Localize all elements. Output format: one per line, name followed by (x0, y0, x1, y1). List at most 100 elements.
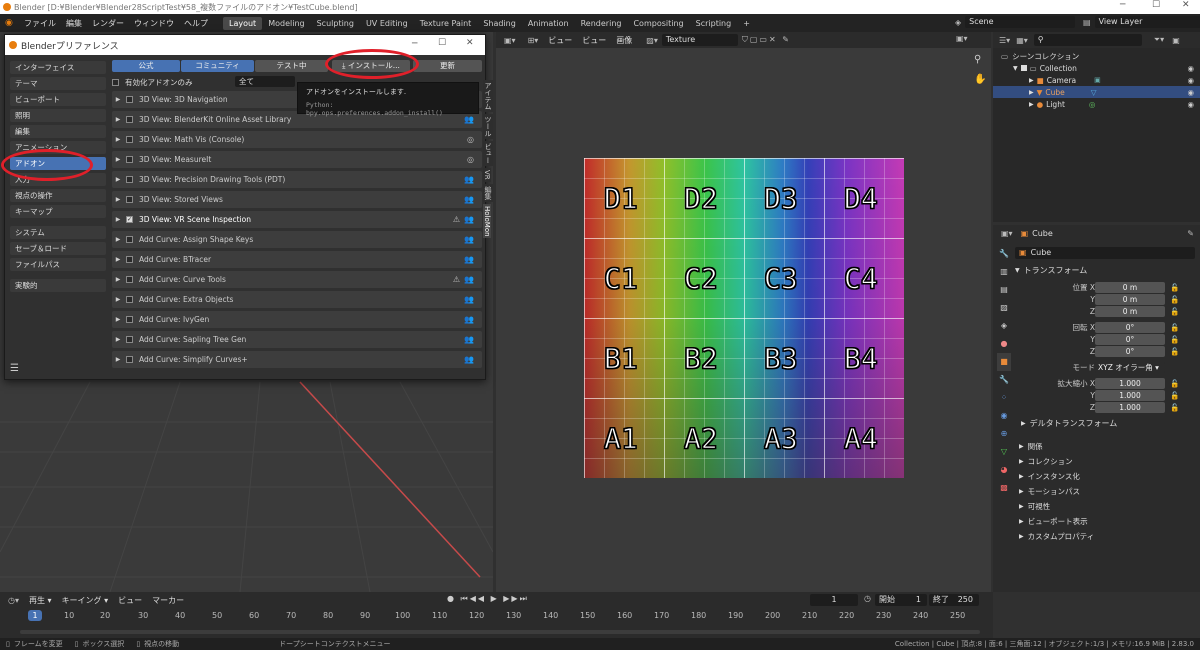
viewport-display-panel[interactable]: ▶ ビューポート表示 (1001, 514, 1197, 529)
view-layer-tab-icon[interactable]: ▨ (997, 299, 1011, 317)
pref-tab-keymap[interactable]: キーマップ (10, 205, 106, 218)
addon-row[interactable]: ▶ ✓ 3D View: VR Scene Inspection ⚠ 👥 (112, 211, 482, 228)
start-frame-field[interactable]: 開始 1 (875, 594, 927, 606)
image-editor[interactable]: ▣▾ ⊞▾ ビュー ビュー 画像 ▨▾ Texture ⛉▢▭✕ ✎ ▣▾ ⚲ … (496, 32, 991, 592)
addon-row[interactable]: ▶ Add Curve: Extra Objects 👥 (112, 291, 482, 308)
tool-tab-icon[interactable]: 🔧 (997, 245, 1011, 263)
addon-checkbox[interactable] (126, 176, 133, 183)
workspace-tab-uv-editing[interactable]: UV Editing (360, 17, 414, 30)
addon-checkbox[interactable] (126, 256, 133, 263)
expand-icon[interactable]: ▶ (1029, 77, 1034, 84)
relations-panel[interactable]: ▶ 関係 (1001, 439, 1197, 454)
addon-checkbox[interactable] (126, 156, 133, 163)
addon-checkbox[interactable] (126, 116, 133, 123)
addon-row[interactable]: ▶ 3D View: MeasureIt ◎ (112, 151, 482, 168)
pref-tab-viewport[interactable]: ビューポート (10, 93, 106, 106)
enabled-only-checkbox[interactable] (112, 78, 119, 86)
addon-row[interactable]: ▶ 3D View: Math Vis (Console) ◎ (112, 131, 482, 148)
addon-checkbox[interactable] (126, 316, 133, 323)
sidetab-holomon[interactable]: HoloMon (483, 203, 491, 239)
expand-icon[interactable]: ▶ (112, 96, 124, 103)
new-collection-icon[interactable]: ▣ (1172, 36, 1180, 45)
eye-icon[interactable]: ◉ (1187, 88, 1194, 97)
image-name-field[interactable]: Texture (661, 34, 738, 46)
menu-playback[interactable]: 再生 ▾ (29, 595, 52, 606)
scene-selector[interactable]: Scene (965, 16, 1076, 28)
maximize-icon[interactable]: ☐ (438, 38, 446, 48)
workspace-tab-rendering[interactable]: Rendering (575, 17, 628, 30)
lock-icon[interactable]: 🔓 (1170, 379, 1179, 388)
outliner-search-input[interactable]: ⚲ (1033, 34, 1142, 46)
image-tools-icon[interactable]: ⛉▢▭✕ ✎ (742, 35, 791, 45)
lock-icon[interactable]: 🔓 (1170, 403, 1179, 412)
lock-icon[interactable]: 🔓 (1170, 283, 1179, 292)
hamburger-menu-icon[interactable]: ☰ (10, 363, 19, 374)
workspace-tab-compositing[interactable]: Compositing (627, 17, 689, 30)
outliner-item-camera[interactable]: ▶ ■ Camera ▣ ◉ (1001, 74, 1200, 86)
editor-type-icon[interactable]: ☰▾ (999, 36, 1010, 45)
visibility-panel[interactable]: ▶ 可視性 (1001, 499, 1197, 514)
workspace-tab-layout[interactable]: Layout (223, 16, 263, 30)
editor-type-icon[interactable]: ▣▾ (504, 36, 516, 45)
lock-icon[interactable]: 🔓 (1170, 335, 1179, 344)
pref-tab-navigation[interactable]: 視点の操作 (10, 189, 106, 202)
menu-keying[interactable]: キーイング ▾ (62, 595, 109, 606)
workspace-tab-scripting[interactable]: Scripting (690, 17, 738, 30)
category-filter-dropdown[interactable]: 全て (235, 76, 295, 87)
addon-checkbox[interactable] (126, 96, 133, 103)
delta-transform-panel[interactable]: ▶ デルタトランスフォーム (1015, 417, 1195, 430)
expand-icon[interactable]: ▶ (112, 336, 124, 343)
sidetab-edit[interactable]: 編集 (483, 183, 493, 202)
display-mode-icon[interactable]: ▦▾ (1016, 36, 1028, 45)
location-z-field[interactable]: 0 m (1095, 305, 1165, 317)
expand-icon[interactable]: ▶ (112, 356, 124, 363)
sidetab-view[interactable]: ビュー (483, 141, 493, 166)
rotation-z-field[interactable]: 0° (1095, 345, 1165, 357)
menu-marker[interactable]: マーカー (152, 595, 184, 606)
addon-checkbox-checked[interactable]: ✓ (126, 216, 133, 223)
expand-icon[interactable]: ▶ (112, 176, 124, 183)
tab-testing[interactable]: テスト中 (255, 60, 328, 72)
clock-icon[interactable]: ◷▾ (8, 596, 19, 605)
add-workspace-button[interactable]: + (737, 17, 756, 30)
scale-z-field[interactable]: 1.000 (1095, 401, 1165, 413)
object-name-field[interactable]: ▣ Cube (1015, 247, 1195, 259)
physics-tab-icon[interactable]: ◉ (997, 407, 1011, 425)
addon-row[interactable]: ▶ Add Curve: Curve Tools ⚠ 👥 (112, 271, 482, 288)
addon-row[interactable]: ▶ Add Curve: Simplify Curves+ 👥 (112, 351, 482, 368)
lock-icon[interactable]: 🔓 (1170, 295, 1179, 304)
addon-checkbox[interactable] (126, 136, 133, 143)
workspace-tab-modeling[interactable]: Modeling (262, 17, 310, 30)
addon-checkbox[interactable] (126, 356, 133, 363)
frame-ruler[interactable]: 1 10 20 30 40 50 60 70 80 90 100 110 120… (0, 609, 993, 623)
scene-tab-icon[interactable]: ◈ (997, 317, 1011, 335)
addon-row[interactable]: ▶ Add Curve: Assign Shape Keys 👥 (112, 231, 482, 248)
view-layer-selector[interactable]: View Layer (1094, 16, 1200, 28)
addon-checkbox[interactable] (126, 336, 133, 343)
pref-tab-themes[interactable]: テーマ (10, 77, 106, 90)
workspace-tab-animation[interactable]: Animation (522, 17, 575, 30)
pref-tab-editing[interactable]: 編集 (10, 125, 106, 138)
eye-icon[interactable]: ◉ (1187, 64, 1194, 73)
hand-pan-icon[interactable]: ✋ (974, 74, 986, 85)
motion-paths-panel[interactable]: ▶ モーションパス (1001, 484, 1197, 499)
menu-view2[interactable]: ビュー (582, 35, 606, 46)
expand-icon[interactable]: ▶ (1029, 89, 1034, 96)
addon-checkbox[interactable] (126, 296, 133, 303)
particles-tab-icon[interactable]: ⁘ (997, 389, 1011, 407)
scale-y-field[interactable]: 1.000 (1095, 389, 1165, 401)
minimize-icon[interactable]: ─ (1120, 0, 1125, 10)
expand-icon[interactable]: ▶ (112, 276, 124, 283)
pref-tab-lights[interactable]: 照明 (10, 109, 106, 122)
collections-panel[interactable]: ▶ コレクション (1001, 454, 1197, 469)
lock-icon[interactable]: 🔓 (1170, 307, 1179, 316)
display-channels-icon[interactable]: ▣▾ (956, 34, 968, 43)
image-browse-icon[interactable]: ▨▾ (646, 36, 658, 45)
instancing-panel[interactable]: ▶ インスタンス化 (1001, 469, 1197, 484)
addon-checkbox[interactable] (126, 196, 133, 203)
pref-tab-file-paths[interactable]: ファイルパス (10, 258, 106, 271)
outliner-scene-collection[interactable]: ▭ シーンコレクション (1001, 50, 1200, 62)
current-frame-field[interactable]: 1 (810, 594, 858, 606)
lock-icon[interactable]: 🔓 (1170, 323, 1179, 332)
addon-row[interactable]: ▶ Add Curve: BTracer 👥 (112, 251, 482, 268)
